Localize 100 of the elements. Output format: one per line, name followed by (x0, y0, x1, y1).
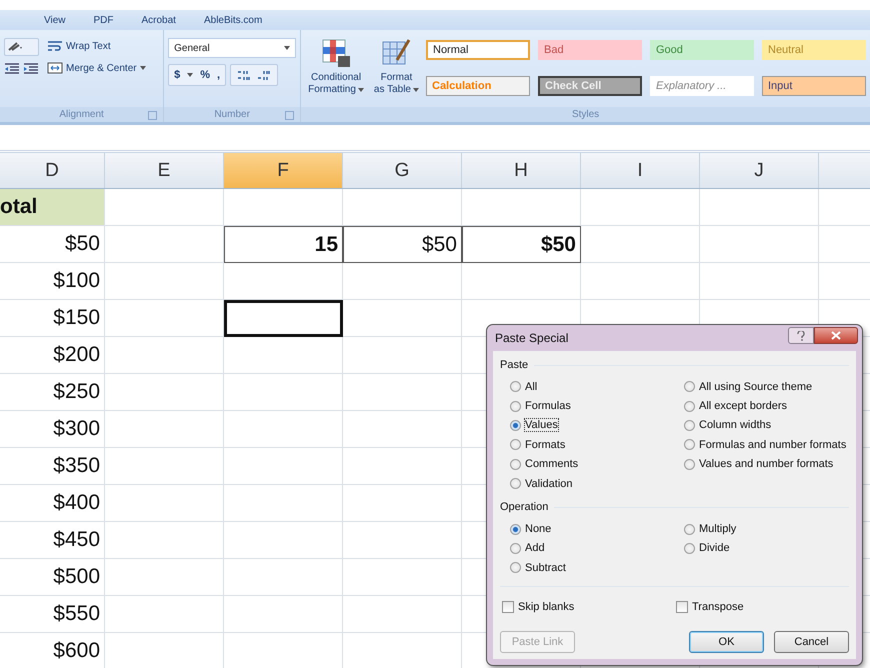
number-format-dropdown[interactable]: General (168, 38, 296, 58)
radio-button[interactable] (510, 524, 521, 535)
empty-cell[interactable] (105, 559, 224, 596)
empty-cell[interactable] (224, 263, 343, 300)
radio-label[interactable]: Column widths (699, 419, 772, 432)
radio-label[interactable]: All using Source theme (699, 380, 812, 393)
radio-label[interactable]: Validation (525, 478, 572, 490)
empty-cell[interactable] (343, 448, 462, 485)
ribbon-tab[interactable]: AbleBits.com (190, 14, 276, 26)
empty-cell[interactable] (105, 522, 224, 559)
radio-label[interactable]: None (525, 523, 552, 536)
table-cell[interactable]: $200 (0, 337, 105, 374)
radio-label[interactable]: Values (525, 419, 558, 432)
empty-cell[interactable] (105, 411, 224, 448)
empty-cell[interactable] (581, 226, 700, 263)
checkbox-label[interactable]: Transpose (692, 600, 744, 613)
ribbon-tab[interactable]: Acrobat (128, 14, 190, 26)
empty-cell[interactable] (343, 596, 462, 633)
help-button[interactable] (788, 327, 814, 344)
empty-cell[interactable] (224, 374, 343, 411)
table-cell[interactable]: $100 (0, 263, 105, 300)
ribbon-tab[interactable]: View (30, 14, 80, 26)
radio-button[interactable] (510, 420, 521, 431)
empty-cell[interactable] (343, 374, 462, 411)
empty-cell[interactable] (700, 263, 819, 300)
empty-cell[interactable] (105, 374, 224, 411)
radio-label[interactable]: All (525, 380, 538, 393)
radio-button[interactable] (684, 542, 695, 554)
column-header[interactable]: I (581, 153, 700, 188)
radio-button[interactable] (510, 478, 521, 490)
empty-cell[interactable] (700, 189, 819, 226)
radio-button[interactable] (684, 381, 695, 392)
close-button[interactable] (814, 327, 858, 344)
table-cell[interactable]: $250 (0, 374, 105, 411)
table-cell[interactable]: $600 (0, 633, 105, 668)
radio-label[interactable]: Comments (525, 458, 578, 470)
dialog-launcher-icon[interactable] (285, 111, 294, 120)
cell-style-option[interactable]: Input (762, 76, 866, 96)
conditional-formatting-button[interactable]: Conditional Formatting (305, 38, 367, 107)
cancel-button[interactable]: Cancel (774, 630, 849, 653)
radio-button[interactable] (510, 542, 521, 554)
radio-button[interactable] (684, 420, 695, 431)
table-cell[interactable]: $50 (343, 226, 462, 263)
empty-cell[interactable] (105, 300, 224, 337)
ribbon-tab[interactable]: PDF (80, 14, 128, 26)
active-cell[interactable] (224, 300, 343, 337)
table-cell[interactable]: $550 (0, 596, 105, 633)
empty-cell[interactable] (343, 411, 462, 448)
empty-cell[interactable] (105, 337, 224, 374)
radio-label[interactable]: Subtract (525, 562, 566, 574)
format-as-table-button[interactable]: Format as Table (370, 38, 422, 107)
column-header[interactable]: J (700, 153, 819, 188)
empty-cell[interactable] (105, 448, 224, 485)
cell-style-option[interactable]: Normal (426, 40, 530, 60)
dialog-launcher-icon[interactable] (148, 111, 158, 120)
table-cell[interactable]: $50 (462, 226, 581, 263)
radio-button[interactable] (510, 458, 521, 470)
radio-label[interactable]: Values and number formats (699, 458, 834, 470)
checkbox-label[interactable]: Skip blanks (518, 600, 574, 613)
radio-button[interactable] (510, 562, 521, 574)
empty-cell[interactable] (700, 226, 819, 263)
radio-label[interactable]: Formulas (525, 400, 571, 412)
radio-label[interactable]: Formats (525, 438, 566, 451)
radio-button[interactable] (684, 524, 695, 535)
empty-cell[interactable] (343, 559, 462, 596)
empty-cell[interactable] (105, 263, 224, 300)
table-cell[interactable]: $450 (0, 522, 105, 559)
column-header[interactable]: D (0, 153, 105, 188)
empty-cell[interactable] (224, 337, 343, 374)
radio-button[interactable] (684, 439, 695, 450)
empty-cell[interactable] (105, 226, 224, 263)
empty-cell[interactable] (581, 263, 700, 300)
table-cell[interactable]: $50 (0, 226, 105, 263)
ok-button[interactable]: OK (689, 630, 764, 653)
radio-button[interactable] (510, 381, 521, 392)
empty-cell[interactable] (343, 300, 462, 337)
text-orientation-button[interactable] (4, 38, 39, 56)
empty-cell[interactable] (343, 485, 462, 522)
empty-cell[interactable] (224, 596, 343, 633)
empty-cell[interactable] (105, 485, 224, 522)
column-header[interactable]: G (343, 153, 462, 188)
radio-button[interactable] (510, 439, 521, 450)
wrap-text-button[interactable]: Wrap Text (45, 38, 148, 54)
radio-label[interactable]: Formulas and number formats (699, 438, 846, 451)
radio-button[interactable] (510, 400, 521, 412)
radio-label[interactable]: Add (525, 542, 545, 554)
table-cell[interactable]: $150 (0, 300, 105, 337)
empty-cell[interactable] (105, 596, 224, 633)
empty-cell[interactable] (343, 522, 462, 559)
empty-cell[interactable] (462, 263, 581, 300)
radio-label[interactable]: Multiply (699, 523, 736, 536)
column-header[interactable]: F (224, 153, 343, 188)
checkbox[interactable] (502, 600, 514, 613)
empty-cell[interactable] (581, 189, 700, 226)
column-header[interactable]: H (462, 153, 581, 188)
table-cell[interactable]: $300 (0, 411, 105, 448)
empty-cell[interactable] (224, 559, 343, 596)
merge-center-button[interactable]: Merge & Center (45, 60, 148, 76)
table-cell[interactable]: $400 (0, 485, 105, 522)
empty-cell[interactable] (462, 189, 581, 226)
